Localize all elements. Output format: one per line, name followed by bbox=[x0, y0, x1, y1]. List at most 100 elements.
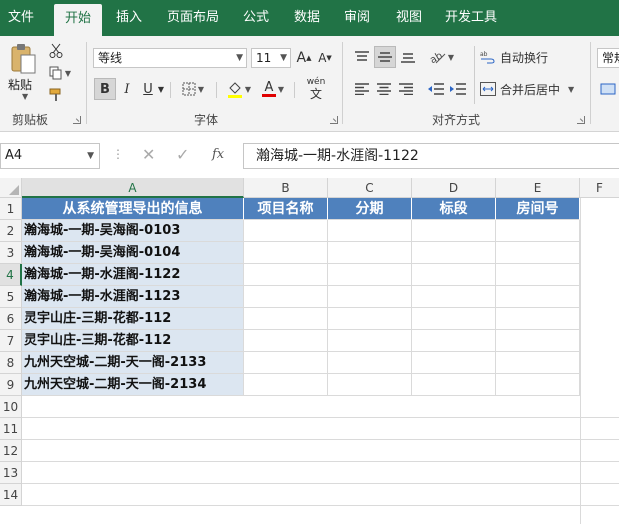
underline-button[interactable]: U bbox=[140, 78, 156, 100]
tab-home[interactable]: 开始 bbox=[54, 4, 102, 36]
row-header-4[interactable]: 4 bbox=[0, 264, 22, 286]
align-bottom-icon[interactable] bbox=[398, 46, 418, 68]
table-cell-e6[interactable] bbox=[496, 308, 580, 330]
accounting-format-icon[interactable] bbox=[598, 78, 618, 100]
header-cell-e1[interactable]: 房间号 bbox=[496, 198, 580, 220]
format-painter-icon[interactable] bbox=[46, 86, 66, 104]
header-cell-b1[interactable]: 项目名称 bbox=[244, 198, 328, 220]
table-cell-a6[interactable]: 灵宇山庄-三期-花都-112 bbox=[22, 308, 244, 330]
row-header-10[interactable]: 10 bbox=[0, 396, 22, 418]
align-right-icon[interactable] bbox=[396, 78, 416, 100]
bold-button[interactable]: B bbox=[94, 78, 116, 100]
column-header-b[interactable]: B bbox=[244, 178, 328, 198]
table-cell-a9[interactable]: 九州天空城-二期-天一阁-2134 bbox=[22, 374, 244, 396]
decrease-indent-icon[interactable] bbox=[426, 78, 446, 100]
paste-icon[interactable] bbox=[6, 42, 42, 78]
insert-function-icon[interactable]: fx bbox=[212, 147, 224, 162]
align-top-icon[interactable] bbox=[352, 46, 372, 68]
tab-insert[interactable]: 插入 bbox=[108, 0, 150, 36]
increase-font-icon[interactable]: A ▲ bbox=[295, 48, 313, 68]
table-cell-b8[interactable] bbox=[244, 352, 328, 374]
cancel-icon[interactable]: ✕ bbox=[142, 145, 155, 164]
table-cell-a8[interactable]: 九州天空城-二期-天一阁-2133 bbox=[22, 352, 244, 374]
column-header-a[interactable]: A bbox=[22, 178, 244, 198]
table-cell-e2[interactable] bbox=[496, 220, 580, 242]
tab-developer[interactable]: 开发工具 bbox=[440, 0, 502, 36]
row-header-7[interactable]: 7 bbox=[0, 330, 22, 352]
table-cell-d7[interactable] bbox=[412, 330, 496, 352]
tab-page-layout[interactable]: 页面布局 bbox=[160, 0, 226, 36]
table-cell-c8[interactable] bbox=[328, 352, 412, 374]
row-header-11[interactable]: 11 bbox=[0, 418, 22, 440]
row-header-9[interactable]: 9 bbox=[0, 374, 22, 396]
table-cell-d8[interactable] bbox=[412, 352, 496, 374]
align-left-icon[interactable] bbox=[352, 78, 372, 100]
table-cell-a5[interactable]: 瀚海城-一期-水涯阁-1123 bbox=[22, 286, 244, 308]
row-header-3[interactable]: 3 bbox=[0, 242, 22, 264]
paste-label[interactable]: 粘贴 bbox=[8, 76, 32, 93]
table-cell-d2[interactable] bbox=[412, 220, 496, 242]
tab-view[interactable]: 视图 bbox=[388, 0, 430, 36]
borders-icon[interactable]: ▼ bbox=[178, 78, 208, 100]
row-header-6[interactable]: 6 bbox=[0, 308, 22, 330]
table-cell-d5[interactable] bbox=[412, 286, 496, 308]
underline-dropdown-icon[interactable]: ▼ bbox=[156, 78, 166, 100]
column-header-f[interactable]: F bbox=[580, 178, 619, 198]
table-cell-c6[interactable] bbox=[328, 308, 412, 330]
table-cell-c9[interactable] bbox=[328, 374, 412, 396]
table-cell-e4[interactable] bbox=[496, 264, 580, 286]
table-cell-c7[interactable] bbox=[328, 330, 412, 352]
name-box-dropdown-icon[interactable]: ▼ bbox=[87, 144, 94, 168]
align-middle-icon[interactable] bbox=[374, 46, 396, 68]
align-center-icon[interactable] bbox=[374, 78, 394, 100]
table-cell-b4[interactable] bbox=[244, 264, 328, 286]
table-cell-e9[interactable] bbox=[496, 374, 580, 396]
enter-icon[interactable]: ✓ bbox=[176, 145, 189, 164]
cut-icon[interactable] bbox=[46, 42, 66, 60]
table-cell-c2[interactable] bbox=[328, 220, 412, 242]
header-cell-d1[interactable]: 标段 bbox=[412, 198, 496, 220]
table-cell-a4[interactable]: 瀚海城-一期-水涯阁-1122 bbox=[22, 264, 244, 286]
row-header-8[interactable]: 8 bbox=[0, 352, 22, 374]
table-cell-e8[interactable] bbox=[496, 352, 580, 374]
table-cell-c5[interactable] bbox=[328, 286, 412, 308]
merge-center-button[interactable]: 合并后居中 ▼ bbox=[480, 78, 580, 100]
row-header-12[interactable]: 12 bbox=[0, 440, 22, 462]
table-cell-b9[interactable] bbox=[244, 374, 328, 396]
table-cell-c4[interactable] bbox=[328, 264, 412, 286]
increase-indent-icon[interactable] bbox=[448, 78, 468, 100]
row-header-5[interactable]: 5 bbox=[0, 286, 22, 308]
decrease-font-icon[interactable]: A ▼ bbox=[316, 48, 334, 68]
alignment-launcher-icon[interactable] bbox=[577, 116, 585, 124]
table-cell-b5[interactable] bbox=[244, 286, 328, 308]
orientation-icon[interactable]: ab ▼ bbox=[426, 46, 458, 68]
font-color-icon[interactable]: A ▼ bbox=[258, 78, 288, 100]
tab-review[interactable]: 审阅 bbox=[336, 0, 378, 36]
column-header-c[interactable]: C bbox=[328, 178, 412, 198]
paste-dropdown-icon[interactable]: ▼ bbox=[22, 92, 28, 101]
header-cell-c1[interactable]: 分期 bbox=[328, 198, 412, 220]
table-cell-d3[interactable] bbox=[412, 242, 496, 264]
name-box[interactable]: A4 ▼ bbox=[0, 143, 100, 169]
tab-file[interactable]: 文件 bbox=[0, 0, 42, 36]
italic-button[interactable]: I bbox=[118, 78, 136, 100]
fill-color-icon[interactable]: ▼ bbox=[224, 78, 254, 100]
column-header-d[interactable]: D bbox=[412, 178, 496, 198]
table-cell-b7[interactable] bbox=[244, 330, 328, 352]
table-cell-e5[interactable] bbox=[496, 286, 580, 308]
table-cell-a2[interactable]: 瀚海城-一期-吴海阁-0103 bbox=[22, 220, 244, 242]
column-header-e[interactable]: E bbox=[496, 178, 580, 198]
phonetic-guide-icon[interactable]: wén 文 bbox=[300, 76, 332, 102]
tab-data[interactable]: 数据 bbox=[286, 0, 328, 36]
table-cell-d6[interactable] bbox=[412, 308, 496, 330]
table-cell-b2[interactable] bbox=[244, 220, 328, 242]
table-cell-d9[interactable] bbox=[412, 374, 496, 396]
row-header-1[interactable]: 1 bbox=[0, 198, 22, 220]
table-cell-b3[interactable] bbox=[244, 242, 328, 264]
table-cell-a3[interactable]: 瀚海城-一期-吴海阁-0104 bbox=[22, 242, 244, 264]
number-format-select[interactable]: 常规 bbox=[597, 48, 619, 68]
table-cell-d4[interactable] bbox=[412, 264, 496, 286]
row-header-14[interactable]: 14 bbox=[0, 484, 22, 506]
table-cell-b6[interactable] bbox=[244, 308, 328, 330]
font-launcher-icon[interactable] bbox=[330, 116, 338, 124]
